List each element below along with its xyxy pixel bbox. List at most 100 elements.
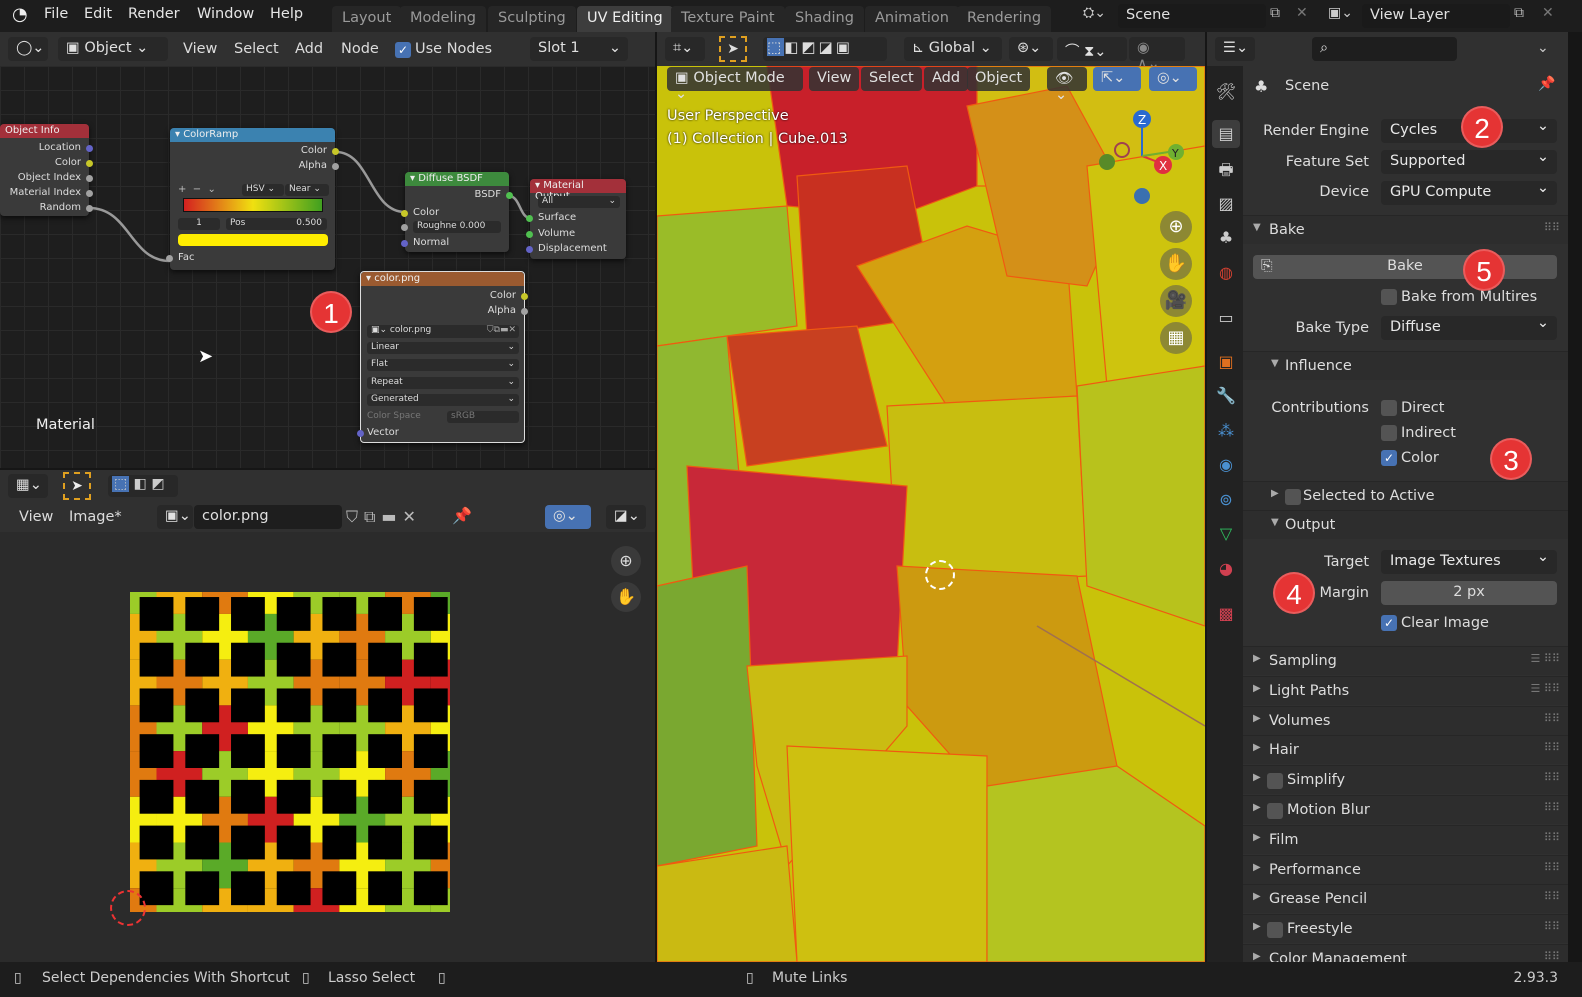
menu-node[interactable]: Node [341, 41, 379, 57]
section-performance[interactable]: ▶ Performance ⠿⠿ [1243, 854, 1568, 884]
section-bake[interactable]: ▼ Bake ⠿⠿ [1243, 215, 1568, 244]
editor-type-icon[interactable]: ⌗⌄ [665, 37, 705, 61]
selected-to-active-checkbox[interactable] [1285, 489, 1301, 505]
overlay-icon[interactable]: ◎⌄ [545, 505, 591, 529]
target-dropdown[interactable]: All ⌄ [538, 196, 620, 208]
delete-view-layer-icon[interactable]: ✕ [1542, 5, 1554, 21]
navigation-gizmo[interactable]: Z X Y [1097, 106, 1187, 206]
overlay-icon[interactable]: ◎⌄ [1149, 67, 1197, 91]
source-dropdown[interactable]: Generated ⌄ [367, 394, 519, 406]
view-layer-icon[interactable]: ▣⌄ [1328, 5, 1353, 21]
stop-color-swatch[interactable] [178, 234, 328, 246]
scene-icon[interactable]: ⛭⌄ [1083, 5, 1106, 21]
tab-animation[interactable]: Animation [865, 6, 959, 32]
tab-world-icon[interactable]: ◍ [1212, 259, 1240, 287]
socket[interactable] [166, 255, 173, 262]
direct-checkbox[interactable] [1381, 400, 1397, 416]
menu-image[interactable]: Image* [69, 509, 122, 525]
socket[interactable] [357, 430, 364, 437]
socket[interactable] [401, 210, 408, 217]
options-chevron-icon[interactable]: ⌄ [1537, 40, 1549, 56]
tab-modeling[interactable]: Modeling [400, 6, 486, 32]
tab-output-icon[interactable]: 🖶 [1212, 156, 1240, 184]
tab-texture-paint[interactable]: Texture Paint [671, 6, 785, 32]
select-mode-icons[interactable]: ⬚◧◩◪▣ [763, 37, 887, 61]
bake-from-multires-checkbox[interactable] [1381, 289, 1397, 305]
gizmo-icon[interactable]: ⇱⌄ [1093, 67, 1141, 91]
zoom-icon[interactable]: ⊕ [611, 546, 641, 576]
indirect-checkbox[interactable] [1381, 425, 1397, 441]
tab-particles-icon[interactable]: ⁂ [1212, 417, 1240, 445]
menu-window[interactable]: Window [197, 6, 254, 22]
pan-hand-icon[interactable]: ✋ [611, 582, 641, 612]
select-tool-icon[interactable]: ➤ [719, 36, 747, 62]
editor-type-icon[interactable]: ◯⌄ [8, 37, 48, 61]
target-dropdown[interactable]: Image Textures [1381, 549, 1557, 574]
device-dropdown[interactable]: GPU Compute [1381, 180, 1557, 205]
image-browse-icon[interactable]: ▣⌄ [157, 505, 193, 529]
menu-view[interactable]: View [19, 509, 53, 525]
menu-add[interactable]: Add [295, 41, 323, 57]
section-sampling[interactable]: ▶ Sampling ☰ ⠿⠿ [1243, 646, 1568, 675]
section-checkbox[interactable] [1267, 922, 1283, 939]
menu-help[interactable]: Help [270, 6, 303, 22]
socket[interactable] [401, 240, 408, 247]
proportional-edit-icon[interactable]: ◉ ∧⌄ [1129, 37, 1185, 72]
section-selected-to-active[interactable]: ▶ Selected to Active [1243, 481, 1568, 510]
camera-view-icon[interactable]: 🎥 [1160, 285, 1192, 317]
tab-texture-icon[interactable]: ▩ [1212, 600, 1240, 628]
drag-handle-icon[interactable]: ⠿⠿ [1544, 861, 1560, 874]
socket[interactable] [86, 190, 93, 197]
socket[interactable] [401, 224, 408, 231]
bake-button[interactable]: ⎘ Bake [1253, 255, 1557, 279]
snap-icon[interactable]: ⌒ ⧗⌄ [1057, 37, 1127, 61]
editor-type-icon[interactable]: ☰⌄ [1215, 37, 1255, 61]
roughness-field[interactable]: Roughne 0.000 [413, 221, 501, 233]
image-selector[interactable]: ▣⌄ color.png ⛉⧉▬✕ [367, 325, 519, 338]
section-output[interactable]: ▼ Output [1243, 510, 1568, 539]
node-color-ramp[interactable]: ▾ ColorRamp Color Alpha + − ⌄ HSV ⌄ Near… [166, 128, 339, 270]
tab-layout[interactable]: Layout [332, 6, 402, 32]
socket[interactable] [526, 231, 533, 238]
drag-handle-icon[interactable]: ⠿⠿ [1544, 920, 1560, 933]
transform-orientation-dropdown[interactable]: ⊾ Global ⌄ [904, 37, 1002, 61]
section-freestyle[interactable]: ▶ Freestyle ⠿⠿ [1243, 914, 1568, 944]
editor-type-icon[interactable]: ▦⌄ [8, 474, 48, 498]
pan-hand-icon[interactable]: ✋ [1160, 248, 1192, 280]
blender-logo-icon[interactable]: ◔ [12, 4, 28, 25]
tab-rendering[interactable]: Rendering [957, 6, 1052, 32]
section-volumes[interactable]: ▶ Volumes ⠿⠿ [1243, 705, 1568, 735]
socket[interactable] [521, 293, 528, 300]
margin-field[interactable]: 2 px [1381, 581, 1557, 605]
uv-canvas[interactable]: ⊕ ✋ [0, 532, 655, 962]
ramp-add-remove-icons[interactable]: + − ⌄ [178, 184, 216, 195]
socket[interactable] [506, 192, 513, 199]
tab-scene-icon[interactable]: ♣ [1212, 224, 1240, 252]
stop-pos-field[interactable]: Pos 0.500 [226, 218, 327, 230]
drag-handle-icon[interactable]: ☰ ⠿⠿ [1531, 652, 1560, 665]
socket[interactable] [86, 160, 93, 167]
interpolation-dropdown[interactable]: Linear ⌄ [367, 342, 519, 354]
node-canvas[interactable]: Object Info Location Color Object Index … [0, 66, 655, 468]
section-hair[interactable]: ▶ Hair ⠿⠿ [1243, 735, 1568, 765]
tab-sculpting[interactable]: Sculpting [488, 6, 576, 32]
socket[interactable] [526, 246, 533, 253]
extension-dropdown[interactable]: Repeat ⌄ [367, 377, 519, 389]
clear-image-checkbox[interactable]: ✓ [1381, 615, 1397, 631]
node-diffuse-bsdf[interactable]: ▾ Diffuse BSDF BSDF Color Roughne 0.000 … [401, 172, 513, 252]
tab-constraints-icon[interactable]: ⊚ [1212, 486, 1240, 514]
display-channels-icon[interactable]: ◪⌄ [606, 505, 646, 529]
3d-viewport[interactable]: User Perspective (1) Collection | Cube.0… [657, 66, 1205, 962]
section-light-paths[interactable]: ▶ Light Paths ☰ ⠿⠿ [1243, 675, 1568, 705]
node-object-info[interactable]: Object Info Location Color Object Index … [0, 124, 93, 216]
menu-view[interactable]: View [183, 41, 217, 57]
color-mode-dropdown[interactable]: HSV ⌄ [242, 184, 284, 196]
tab-collection-icon[interactable]: ▭ [1212, 304, 1240, 332]
socket[interactable] [526, 215, 533, 222]
socket[interactable] [86, 145, 93, 152]
section-simplify[interactable]: ▶ Simplify ⠿⠿ [1243, 765, 1568, 795]
tab-view-layer-icon[interactable]: ▨ [1212, 190, 1240, 218]
tab-modifiers-icon[interactable]: 🔧 [1212, 382, 1240, 410]
node-image-texture[interactable]: ▾ color.png Color Alpha ▣⌄ color.png ⛉⧉▬✕… [357, 271, 528, 443]
pivot-icon[interactable]: ⊛⌄ [1009, 37, 1053, 61]
